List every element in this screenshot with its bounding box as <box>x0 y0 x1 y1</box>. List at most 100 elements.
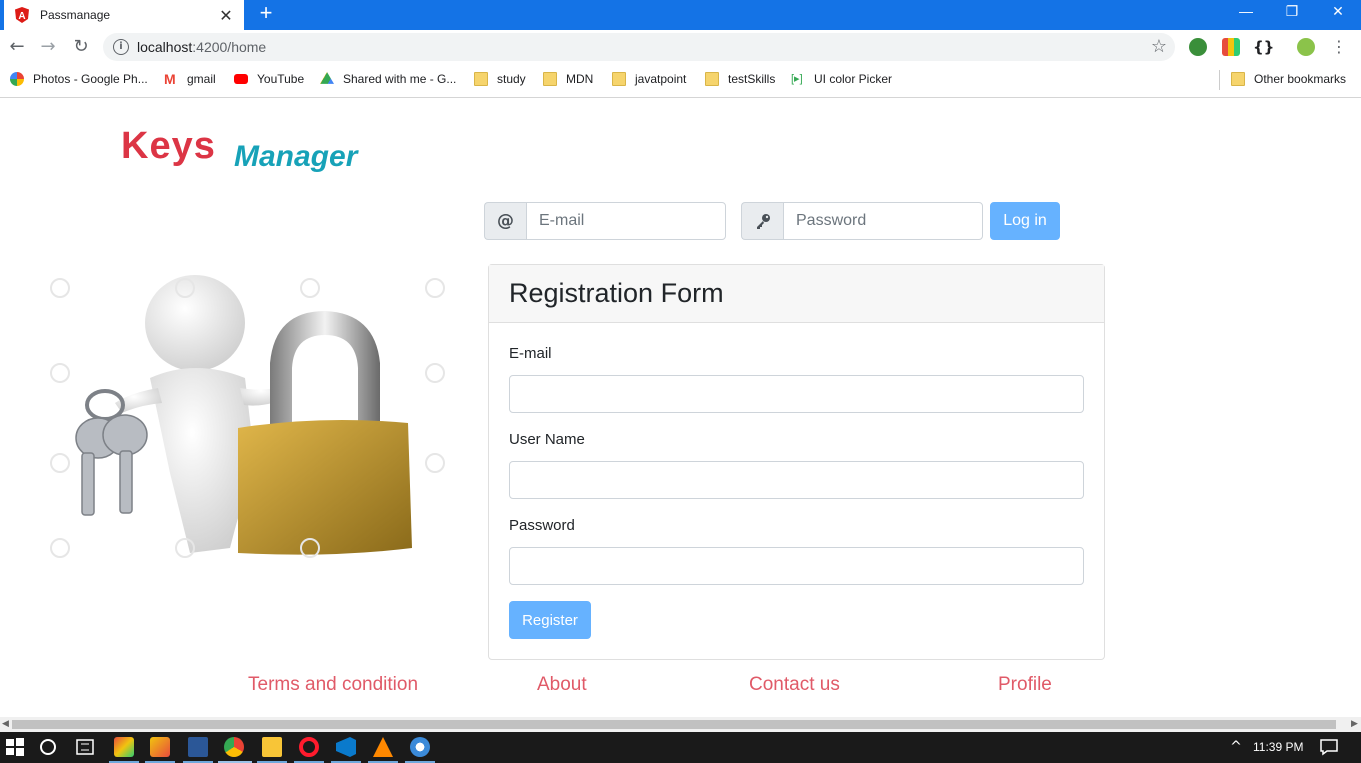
restore-button[interactable]: ❐ <box>1269 0 1315 26</box>
page-content: Keys Manager @ Log in <box>0 98 1361 717</box>
folder-icon <box>543 72 557 86</box>
folder-icon <box>705 72 719 86</box>
bookmark-other[interactable]: Other bookmarks <box>1231 72 1346 86</box>
bookmark-mdn[interactable]: MDN <box>543 72 593 86</box>
at-sign-icon: @ <box>484 202 526 240</box>
login-email-group: @ <box>484 202 726 240</box>
scroll-left-icon[interactable]: ◀ <box>2 719 9 729</box>
login-button[interactable]: Log in <box>990 202 1060 240</box>
minimize-button[interactable]: — <box>1223 0 1269 26</box>
login-password-input[interactable] <box>783 202 983 240</box>
bookmark-label: gmail <box>187 72 216 86</box>
menu-kebab-icon[interactable]: ⋮ <box>1330 38 1348 56</box>
notification-icon[interactable] <box>1319 737 1339 757</box>
url-host: localhost <box>137 39 193 55</box>
chevron-up-icon[interactable]: ^ <box>1226 737 1246 757</box>
bookmark-star-icon[interactable]: ☆ <box>1151 36 1167 57</box>
folder-icon <box>474 72 488 86</box>
register-username-input[interactable] <box>509 461 1084 499</box>
bookmark-label: UI color Picker <box>814 72 893 86</box>
username-label: User Name <box>509 431 585 448</box>
folder-icon <box>1231 72 1245 86</box>
bookmark-drive[interactable]: Shared with me - G... <box>320 72 456 86</box>
color-picker-icon: [▸] <box>791 73 803 85</box>
register-button[interactable]: Register <box>509 601 591 639</box>
gmail-icon: M <box>164 71 176 87</box>
logo-keys: Keys <box>121 125 216 167</box>
vlc-icon[interactable] <box>373 737 393 757</box>
bookmark-label: YouTube <box>257 72 305 86</box>
bookmarks-bar: Photos - Google Ph... Mgmail YouTube Sha… <box>0 64 1361 98</box>
new-tab-button[interactable]: + <box>254 2 278 26</box>
bookmark-label: Other bookmarks <box>1254 72 1347 86</box>
back-arrow-icon[interactable]: ← <box>6 36 28 58</box>
email-label: E-mail <box>509 345 552 362</box>
browser-toolbar: ← → ↻ i localhost:4200/home ☆ <box>0 30 1361 64</box>
powershell-icon[interactable] <box>188 737 208 757</box>
photos-icon <box>10 72 24 86</box>
extension-globe-icon[interactable] <box>1189 38 1207 56</box>
app-paint3d-icon[interactable] <box>410 737 430 757</box>
registration-card-header: Registration Form <box>489 265 1104 323</box>
tab-title: Passmanage <box>40 8 111 22</box>
footer-link-about[interactable]: About <box>537 674 587 696</box>
tab-close-icon[interactable]: ✕ <box>218 6 234 25</box>
youtube-icon <box>234 74 248 84</box>
url-path: :4200/home <box>192 39 267 55</box>
login-password-group <box>741 202 983 240</box>
info-icon[interactable]: i <box>113 39 129 55</box>
extension-json-icon[interactable]: {} <box>1253 38 1274 56</box>
footer-link-terms[interactable]: Terms and condition <box>248 674 418 696</box>
reload-icon[interactable]: ↻ <box>70 36 92 58</box>
chrome-icon[interactable] <box>224 737 244 757</box>
windows-start-icon[interactable] <box>5 737 25 757</box>
password-label: Password <box>509 517 575 534</box>
app-tools-icon[interactable] <box>150 737 170 757</box>
bookmark-label: javatpoint <box>635 72 687 86</box>
extension-grid-icon[interactable] <box>1222 38 1240 56</box>
footer-link-profile[interactable]: Profile <box>998 674 1052 696</box>
search-icon[interactable] <box>38 737 58 757</box>
drive-icon <box>320 72 334 84</box>
windows-taskbar: ^ 11:39 PM <box>0 732 1361 763</box>
svg-text:A: A <box>18 11 25 22</box>
login-email-input[interactable] <box>526 202 726 240</box>
register-email-input[interactable] <box>509 375 1084 413</box>
horizontal-scrollbar[interactable]: ◀ ▶ <box>0 717 1361 732</box>
bookmark-label: Shared with me - G... <box>343 72 457 86</box>
window-close-button[interactable]: ✕ <box>1315 0 1361 26</box>
browser-tab[interactable]: A Passmanage ✕ <box>4 0 244 30</box>
registration-title: Registration Form <box>509 278 724 308</box>
bookmark-youtube[interactable]: YouTube <box>234 72 304 86</box>
file-explorer-icon[interactable] <box>262 737 282 757</box>
opera-icon[interactable] <box>299 737 319 757</box>
bookmark-testskills[interactable]: testSkills <box>705 72 775 86</box>
address-bar[interactable]: i localhost:4200/home ☆ <box>103 33 1175 61</box>
bookmark-label: MDN <box>566 72 594 86</box>
app-paint-icon[interactable] <box>114 737 134 757</box>
register-password-input[interactable] <box>509 547 1084 585</box>
scroll-right-icon[interactable]: ▶ <box>1351 719 1358 729</box>
bookmark-ui-color-picker[interactable]: [▸] UI color Picker <box>791 72 892 86</box>
bookmarks-divider <box>1219 70 1220 90</box>
angular-icon: A <box>15 7 29 23</box>
url-text: localhost:4200/home <box>137 39 266 55</box>
task-view-icon[interactable] <box>75 737 95 757</box>
scrollbar-thumb[interactable] <box>12 720 1336 729</box>
logo-manager: Manager <box>234 140 358 173</box>
vscode-icon[interactable] <box>336 737 356 757</box>
keys-lock-illustration <box>50 275 445 558</box>
bookmark-gmail[interactable]: Mgmail <box>164 72 216 86</box>
bookmark-javatpoint[interactable]: javatpoint <box>612 72 686 86</box>
browser-tab-strip: A Passmanage ✕ + — ❐ ✕ <box>0 0 1361 30</box>
folder-icon <box>612 72 626 86</box>
footer-link-contact[interactable]: Contact us <box>749 674 840 696</box>
registration-card: Registration Form E-mail User Name Passw… <box>488 264 1105 660</box>
bookmark-study[interactable]: study <box>474 72 526 86</box>
bookmark-label: Photos - Google Ph... <box>33 72 148 86</box>
profile-avatar-icon[interactable] <box>1297 38 1315 56</box>
key-icon <box>741 202 783 240</box>
clock-time[interactable]: 11:39 PM <box>1253 740 1303 754</box>
bookmark-photos[interactable]: Photos - Google Ph... <box>10 72 148 86</box>
forward-arrow-icon[interactable]: → <box>37 36 59 58</box>
